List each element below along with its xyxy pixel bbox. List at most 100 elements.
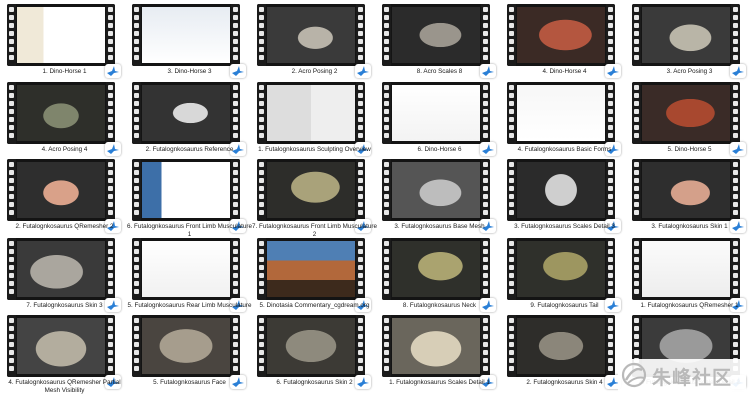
video-thumbnail[interactable] — [507, 4, 615, 66]
video-thumbnail[interactable] — [257, 315, 365, 377]
video-thumbnail[interactable] — [507, 315, 615, 377]
video-file-item[interactable]: 4. Acro Posing 4 — [2, 80, 127, 158]
thumbnail-preview-image — [17, 85, 105, 141]
video-thumbnail[interactable] — [132, 159, 240, 221]
video-thumbnail[interactable] — [382, 238, 490, 300]
video-file-item[interactable]: 7. Futalognkosaurus Front Limb Musculatu… — [252, 157, 377, 238]
thumbnail-preview-image — [267, 241, 355, 297]
video-file-item[interactable]: 1. Dino-Horse 1 — [2, 2, 127, 80]
film-sprocket-holes — [382, 238, 391, 300]
video-thumbnail[interactable] — [132, 238, 240, 300]
video-file-item[interactable]: 9. Futalognkosaurus Tail — [502, 236, 627, 314]
video-thumbnail[interactable] — [7, 4, 115, 66]
video-file-item[interactable]: 5. Dino-Horse 5 — [627, 80, 750, 158]
film-sprocket-holes — [106, 159, 115, 221]
video-thumbnail[interactable] — [507, 238, 615, 300]
film-sprocket-holes — [632, 159, 641, 221]
video-file-name: 6. Dino-Horse 6 — [417, 146, 462, 153]
video-file-item[interactable]: 5. Futalognkosaurus Face — [127, 313, 252, 391]
video-file-item[interactable]: 6. Futalognkosaurus Skin 2 — [252, 313, 377, 391]
video-thumbnail[interactable] — [382, 159, 490, 221]
video-file-item[interactable]: 2. Acro Posing 2 — [252, 2, 377, 80]
video-file-name: 1. Dino-Horse 1 — [42, 68, 87, 75]
video-file-name: 6. Futalognkosaurus Skin 2 — [276, 379, 353, 386]
video-thumbnail[interactable] — [257, 238, 365, 300]
thumbnail-preview-image — [392, 7, 480, 63]
video-file-item[interactable]: 2. Futalognkosaurus Skin 4 — [502, 313, 627, 391]
film-sprocket-holes — [356, 238, 365, 300]
thumbnail-preview-image — [392, 318, 480, 374]
video-file-item[interactable]: 2. Futalognkosaurus QRemesher 2 — [2, 157, 127, 235]
video-file-item[interactable]: 3. Futalognkosaurus Scales Detail 3 — [502, 157, 627, 235]
video-file-item[interactable]: 6. Dino-Horse 6 — [377, 80, 502, 158]
video-thumbnail[interactable] — [7, 238, 115, 300]
video-thumbnail[interactable] — [632, 4, 740, 66]
film-sprocket-holes — [382, 159, 391, 221]
video-thumbnail[interactable] — [7, 159, 115, 221]
video-file-item[interactable]: 3. Futalognkosaurus Skin 1 — [627, 157, 750, 235]
video-thumbnail[interactable] — [257, 4, 365, 66]
film-sprocket-holes — [731, 159, 740, 221]
video-file-item[interactable]: 3. Futalognkosaurus Base Mesh — [377, 157, 502, 235]
video-thumbnail[interactable] — [257, 82, 365, 144]
film-sprocket-holes — [356, 82, 365, 144]
video-thumbnail[interactable] — [507, 159, 615, 221]
video-file-name: 1. Futalognkosaurus Scales Detail 1 — [389, 379, 490, 386]
video-thumbnail[interactable] — [132, 82, 240, 144]
video-file-item[interactable]: 3. Acro Posing 3 — [627, 2, 750, 80]
video-thumbnail[interactable] — [382, 315, 490, 377]
thumbnail-preview-image — [517, 318, 605, 374]
video-thumbnail[interactable] — [132, 4, 240, 66]
film-sprocket-holes — [507, 82, 516, 144]
thumbnail-preview-image — [392, 162, 480, 218]
thumbnail-preview-image — [17, 162, 105, 218]
video-file-item[interactable]: 1. Futalognkosaurus QRemesher 1 — [627, 236, 750, 314]
video-thumbnail[interactable] — [632, 159, 740, 221]
video-file-item[interactable]: 4. Futalognkosaurus Basic Forms — [502, 80, 627, 158]
video-file-item[interactable]: 5. Dinotasia Commentary_cgdream.org — [252, 236, 377, 314]
film-sprocket-holes — [481, 4, 490, 66]
video-file-item[interactable]: 8. Futalognkosaurus Neck — [377, 236, 502, 314]
film-sprocket-holes — [731, 4, 740, 66]
video-file-item[interactable]: 8. Acro Scales 8 — [377, 2, 502, 80]
video-file-name: 8. Acro Scales 8 — [416, 68, 463, 75]
video-thumbnail[interactable] — [7, 82, 115, 144]
video-thumbnail[interactable] — [632, 82, 740, 144]
video-file-item[interactable]: 2. Futalognkosaurus Reference — [127, 80, 252, 158]
video-file-item[interactable]: 1. Futalognkosaurus Scales Detail 1 — [377, 313, 502, 391]
film-sprocket-holes — [382, 82, 391, 144]
thumbnail-preview-image — [142, 162, 230, 218]
video-file-item[interactable]: 7. Futalognkosaurus Skin 3 — [2, 236, 127, 314]
video-thumbnail[interactable] — [132, 315, 240, 377]
video-file-item[interactable]: 5. Futalognkosaurus Rear Limb Musculatur… — [127, 236, 252, 314]
film-sprocket-holes — [507, 315, 516, 377]
video-thumbnail[interactable] — [7, 315, 115, 377]
video-file-name: 7. Futalognkosaurus Skin 3 — [26, 302, 103, 309]
thumbnail-preview-image — [267, 85, 355, 141]
video-thumbnail[interactable] — [382, 82, 490, 144]
video-file-name: 4. Acro Posing 4 — [41, 146, 88, 153]
video-thumbnail[interactable] — [257, 159, 365, 221]
video-thumbnail[interactable] — [632, 238, 740, 300]
film-sprocket-holes — [507, 4, 516, 66]
video-thumbnail[interactable] — [507, 82, 615, 144]
video-thumbnail[interactable] — [382, 4, 490, 66]
film-sprocket-holes — [606, 82, 615, 144]
video-file-item[interactable]: 4. Dino-Horse 4 — [502, 2, 627, 80]
film-sprocket-holes — [7, 238, 16, 300]
thumbnail-preview-image — [392, 241, 480, 297]
film-sprocket-holes — [606, 315, 615, 377]
thumbnail-preview-image — [17, 318, 105, 374]
video-file-name: 8. Futalognkosaurus Neck — [402, 302, 477, 309]
thumbnail-preview-image — [267, 7, 355, 63]
film-sprocket-holes — [106, 315, 115, 377]
video-file-name: 3. Acro Posing 3 — [666, 68, 713, 75]
video-file-item[interactable]: 4. Futalognkosaurus QRemesher Partial Me… — [2, 313, 127, 394]
video-file-item[interactable]: 3. Dino-Horse 3 — [127, 2, 252, 80]
film-sprocket-holes — [132, 238, 141, 300]
video-file-name: 4. Futalognkosaurus Basic Forms — [517, 146, 612, 153]
video-file-item[interactable]: 6. Futalognkosaurus Front Limb Musculatu… — [127, 157, 252, 238]
video-file-item[interactable]: 1. Futalognkosaurus Sculpting Overview — [252, 80, 377, 158]
video-file-name: 3. Dino-Horse 3 — [167, 68, 212, 75]
video-file-name: 5. Dinotasia Commentary_cgdream.org — [259, 302, 370, 309]
